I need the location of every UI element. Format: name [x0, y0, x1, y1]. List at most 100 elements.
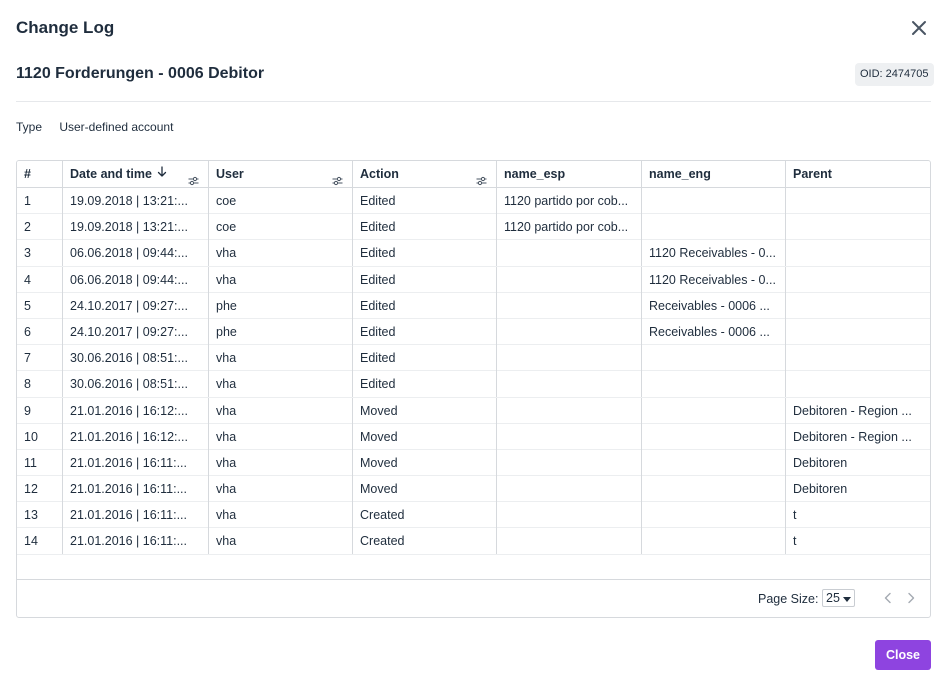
cell-number: 8: [17, 371, 63, 398]
table-row[interactable]: 5 24.10.2017 | 09:27:... phe Edited Receivab…: [17, 292, 930, 319]
table-row[interactable]: 13 21.01.2016 | 16:11:... vha Created t: [17, 502, 930, 529]
page-size-label: Page Size:: [758, 592, 819, 606]
cell-name-eng: 1120 Receivables - 0...: [642, 266, 786, 293]
cell-name-eng: [642, 371, 786, 398]
cell-parent: [786, 371, 930, 397]
cell-user: coe: [209, 188, 353, 214]
cell-user: coe: [209, 214, 353, 241]
pagination-bar: Page Size: 25: [17, 580, 930, 617]
cell-date-and-time: 24.10.2017 | 09:27:...: [63, 318, 209, 345]
table-row[interactable]: 8 30.06.2016 | 08:51:... vha Edited: [17, 371, 930, 398]
cell-date-and-time: 24.10.2017 | 09:27:...: [63, 292, 209, 319]
cell-action: Edited: [353, 318, 497, 345]
cell-number: 7: [17, 345, 63, 372]
cell-action: Created: [353, 528, 497, 555]
column-header-user[interactable]: User: [209, 161, 353, 188]
page-size-select[interactable]: 25: [822, 589, 855, 607]
cell-date-and-time: 30.06.2016 | 08:51:...: [63, 345, 209, 372]
column-header-name-esp[interactable]: name_esp: [497, 161, 642, 188]
table-row[interactable]: 1 19.09.2018 | 13:21:... coe Edited 1120 par…: [17, 188, 930, 215]
cell-parent: [786, 267, 930, 293]
column-header-number[interactable]: #: [17, 161, 63, 188]
cell-action: Moved: [353, 423, 497, 450]
type-value: User-defined account: [59, 120, 174, 134]
cell-name-eng: [642, 476, 786, 503]
close-button[interactable]: Close: [875, 640, 931, 670]
type-label: Type: [16, 120, 43, 134]
cell-parent: [786, 188, 930, 214]
type-row: Type User-defined account: [16, 120, 173, 134]
column-header-parent[interactable]: Parent: [786, 161, 930, 188]
cell-name-esp: [497, 240, 642, 267]
cell-parent: [786, 319, 930, 345]
table-row[interactable]: 7 30.06.2016 | 08:51:... vha Edited: [17, 345, 930, 372]
chevron-left-icon[interactable]: [883, 591, 893, 609]
table-row[interactable]: 10 21.01.2016 | 16:12:... vha Moved Debitore…: [17, 423, 930, 450]
cell-name-esp: [497, 528, 642, 555]
cell-name-esp: [497, 397, 642, 424]
cell-user: vha: [209, 371, 353, 398]
cell-user: vha: [209, 423, 353, 450]
table-row[interactable]: 4 06.06.2018 | 09:44:... vha Edited 1120 Rec…: [17, 266, 930, 293]
table-row[interactable]: 14 21.01.2016 | 16:11:... vha Created t: [17, 528, 930, 555]
cell-parent: Debitoren - Region ...: [793, 429, 912, 444]
change-log-table: # Date and time User Action name_esp nam…: [16, 160, 931, 618]
column-header-name-eng[interactable]: name_eng: [642, 161, 786, 188]
cell-parent: t: [793, 508, 797, 523]
table-header: # Date and time User Action name_esp nam…: [17, 161, 930, 188]
cell-name-esp: [497, 423, 642, 450]
table-row[interactable]: 12 21.01.2016 | 16:11:... vha Moved Debitore…: [17, 476, 930, 503]
cell-action: Edited: [353, 371, 497, 398]
cell-name-eng: [642, 214, 786, 241]
table-row[interactable]: 3 06.06.2018 | 09:44:... vha Edited 1120 Rec…: [17, 240, 930, 267]
cell-action: Edited: [353, 214, 497, 241]
cell-name-eng: 1120 Receivables - 0...: [642, 240, 786, 267]
chevron-right-icon[interactable]: [906, 591, 916, 609]
cell-parent: [786, 345, 930, 371]
cell-name-esp: 1120 partido por cob...: [497, 188, 642, 214]
cell-action: Edited: [353, 266, 497, 293]
cell-action: Moved: [353, 449, 497, 476]
cell-number: 2: [17, 214, 63, 241]
cell-date-and-time: 21.01.2016 | 16:12:...: [63, 423, 209, 450]
cell-name-esp: [497, 345, 642, 372]
record-title: 1120 Forderungen - 0006 Debitor: [16, 65, 265, 82]
cell-number: 11: [17, 449, 63, 476]
cell-name-esp: [497, 292, 642, 319]
cell-date-and-time: 19.09.2018 | 13:21:...: [63, 188, 209, 214]
cell-user: vha: [209, 449, 353, 476]
cell-user: phe: [209, 318, 353, 345]
table-row[interactable]: 2 19.09.2018 | 13:21:... coe Edited 1120 par…: [17, 214, 930, 241]
close-icon[interactable]: [908, 17, 930, 39]
cell-name-eng: [642, 345, 786, 372]
cell-name-esp: [497, 502, 642, 529]
cell-name-eng: [642, 397, 786, 424]
dialog-title: Change Log: [16, 18, 115, 37]
cell-number: 5: [17, 292, 63, 319]
column-header-date-and-time[interactable]: Date and time: [63, 161, 209, 188]
cell-number: 13: [17, 502, 63, 529]
table-body: 1 19.09.2018 | 13:21:... coe Edited 1120 par…: [17, 188, 930, 555]
divider: [16, 101, 931, 102]
cell-name-esp: [497, 371, 642, 398]
cell-date-and-time: 30.06.2016 | 08:51:...: [63, 371, 209, 398]
table-row[interactable]: 11 21.01.2016 | 16:11:... vha Moved Debitore…: [17, 449, 930, 477]
cell-name-eng: [642, 188, 786, 214]
cell-name-esp: [497, 449, 642, 476]
cell-action: Moved: [353, 397, 497, 424]
table-row[interactable]: 9 21.01.2016 | 16:12:... vha Moved Debitoren…: [17, 397, 930, 424]
cell-date-and-time: 06.06.2018 | 09:44:...: [63, 240, 209, 267]
cell-number: 10: [17, 423, 63, 450]
cell-name-eng: Receivables - 0006 ...: [642, 318, 786, 345]
cell-user: vha: [209, 240, 353, 267]
cell-name-eng: [642, 423, 786, 450]
cell-action: Moved: [353, 476, 497, 503]
column-header-action[interactable]: Action: [353, 161, 497, 188]
table-row[interactable]: 6 24.10.2017 | 09:27:... phe Edited Receivab…: [17, 318, 930, 346]
cell-action: Edited: [353, 188, 497, 214]
cell-number: 3: [17, 240, 63, 267]
cell-name-esp: [497, 318, 642, 345]
cell-name-esp: [497, 266, 642, 293]
cell-parent: [786, 240, 930, 266]
arrow-down-icon[interactable]: [157, 161, 167, 187]
